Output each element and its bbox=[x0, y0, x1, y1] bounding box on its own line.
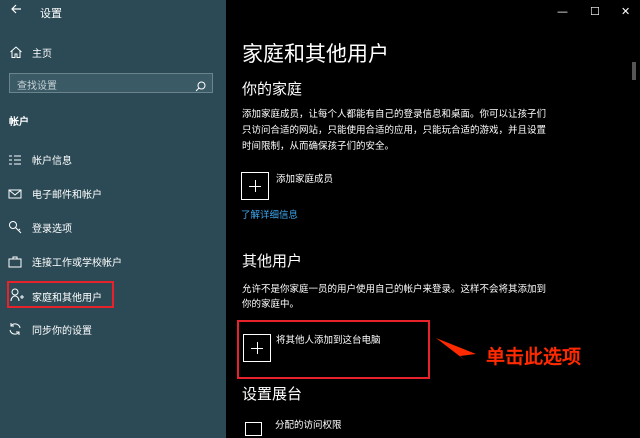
scrollbar[interactable] bbox=[632, 62, 636, 80]
mail-icon bbox=[8, 185, 24, 201]
add-family-member-plus-icon[interactable] bbox=[241, 172, 269, 200]
assigned-access-button[interactable]: 分配的访问权限 bbox=[275, 418, 342, 434]
window-title: 设置 bbox=[40, 7, 62, 20]
sync-icon bbox=[8, 321, 24, 337]
sidebar-item-work-school[interactable]: 连接工作或学校帐户 bbox=[32, 254, 122, 269]
search-icon[interactable] bbox=[195, 77, 206, 96]
account-info-icon bbox=[8, 151, 24, 167]
search-placeholder: 查找设置 bbox=[17, 81, 57, 92]
other-users-description-line1: 允许不是你家庭一员的用户使用自己的帐户来登录。这样不会将其添加到 bbox=[242, 284, 547, 295]
add-family-member-button[interactable]: 添加家庭成员 bbox=[276, 172, 333, 188]
sidebar-item-sync[interactable]: 同步你的设置 bbox=[32, 322, 92, 337]
sidebar-item-account-info[interactable]: 帐户信息 bbox=[32, 152, 72, 167]
back-arrow-icon[interactable] bbox=[10, 3, 22, 19]
page-title: 家庭和其他用户 bbox=[242, 42, 389, 66]
minimize-button[interactable]: — bbox=[557, 5, 568, 18]
search-input[interactable]: 查找设置 bbox=[9, 73, 213, 93]
family-description-line2: 只访问合适的网站，只能使用合适的应用，只能玩合适的游戏，并且设置 bbox=[242, 125, 547, 136]
close-button[interactable]: ✕ bbox=[621, 5, 630, 18]
learn-more-link[interactable]: 了解详细信息 bbox=[241, 207, 298, 221]
section-title: 帐户 bbox=[9, 117, 29, 128]
add-other-user-plus-icon[interactable] bbox=[243, 334, 271, 362]
family-description-line1: 添加家庭成员，让每个人都能有自己的登录信息和桌面。你可以让孩子们 bbox=[242, 109, 547, 120]
kiosk-heading: 设置展台 bbox=[242, 385, 303, 403]
other-users-heading: 其他用户 bbox=[242, 252, 303, 270]
sidebar: 设置 主页 查找设置 帐户 帐户信息 电子邮件和帐户 登录选项 连接工作或学校帐… bbox=[0, 0, 226, 438]
annotation-text: 单击此选项 bbox=[486, 346, 582, 368]
home-icon bbox=[9, 44, 25, 60]
maximize-button[interactable]: ☐ bbox=[590, 5, 600, 18]
add-other-user-button[interactable]: 将其他人添加到这台电脑 bbox=[276, 333, 381, 349]
sidebar-item-email[interactable]: 电子邮件和帐户 bbox=[32, 186, 102, 201]
key-icon bbox=[8, 219, 24, 235]
highlight-box bbox=[7, 281, 114, 308]
family-heading: 你的家庭 bbox=[242, 80, 303, 98]
sidebar-item-sign-in[interactable]: 登录选项 bbox=[32, 220, 72, 235]
briefcase-icon bbox=[8, 253, 24, 269]
other-users-description-line2: 你的家庭中。 bbox=[242, 299, 300, 310]
family-description-line3: 时间限制，从而确保孩子们的安全。 bbox=[242, 141, 395, 152]
sidebar-item-home[interactable]: 主页 bbox=[32, 45, 52, 60]
annotation-arrow-icon bbox=[436, 336, 478, 366]
assigned-access-icon[interactable] bbox=[245, 422, 262, 436]
